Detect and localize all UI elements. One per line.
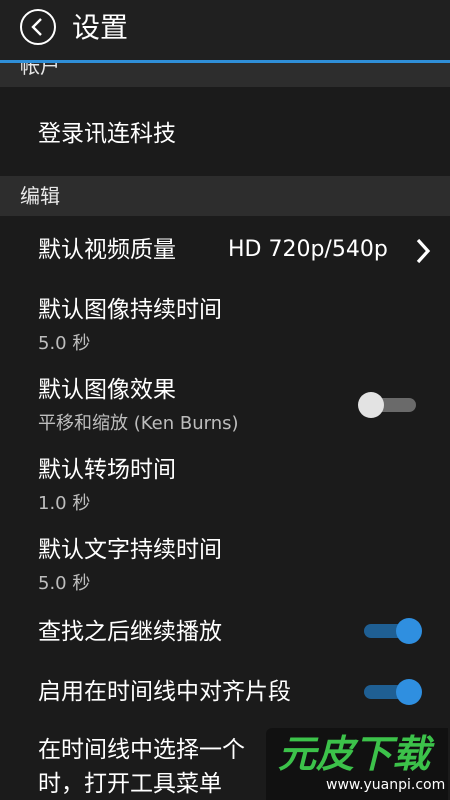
section-header-label: 帐户 xyxy=(20,63,60,78)
continue-after-seek-item[interactable]: 查找之后继续播放 xyxy=(0,608,450,656)
open-toolbar-label-line1: 在时间线中选择一个 xyxy=(38,737,245,763)
section-header-edit: 编辑 xyxy=(0,176,450,216)
snap-timeline-toggle[interactable] xyxy=(358,678,422,706)
image-duration-value: 5.0 秒 xyxy=(38,333,91,354)
section-header-label: 编辑 xyxy=(20,184,60,208)
transition-duration-item[interactable]: 默认转场时间 1.0 秒 xyxy=(0,450,450,520)
page-title: 设置 xyxy=(72,11,129,44)
video-quality-item[interactable]: 默认视频质量 HD 720p/540p xyxy=(0,226,450,276)
continue-after-seek-label: 查找之后继续播放 xyxy=(38,619,222,645)
toggle-knob xyxy=(396,618,422,644)
image-duration-label: 默认图像持续时间 xyxy=(38,297,222,323)
image-effect-label: 默认图像效果 xyxy=(38,377,176,403)
toggle-knob xyxy=(396,679,422,705)
continue-after-seek-toggle[interactable] xyxy=(358,617,422,645)
back-button[interactable] xyxy=(20,9,56,45)
video-quality-value: HD 720p/540p xyxy=(228,237,388,262)
text-duration-item[interactable]: 默认文字持续时间 5.0 秒 xyxy=(0,530,450,600)
watermark-brand: 元皮下载 xyxy=(278,732,431,776)
image-effect-item[interactable]: 默认图像效果 平移和缩放 (Ken Burns) xyxy=(0,370,450,440)
text-duration-value: 5.0 秒 xyxy=(38,573,91,594)
login-item[interactable]: 登录讯连科技 xyxy=(0,108,450,160)
image-effect-value: 平移和缩放 (Ken Burns) xyxy=(38,413,239,434)
login-label: 登录讯连科技 xyxy=(38,121,176,147)
transition-duration-label: 默认转场时间 xyxy=(38,457,176,483)
snap-timeline-label: 启用在时间线中对齐片段 xyxy=(38,679,291,705)
image-duration-item[interactable]: 默认图像持续时间 5.0 秒 xyxy=(0,290,450,360)
video-quality-label: 默认视频质量 xyxy=(38,237,176,263)
chevron-right-icon xyxy=(416,238,431,264)
watermark-url: www.yuanpi.com xyxy=(326,777,446,793)
image-effect-toggle[interactable] xyxy=(358,391,422,419)
back-arrow-icon xyxy=(31,18,42,36)
watermark-logo: 元皮下载 www.yuanpi.com xyxy=(266,728,448,800)
open-toolbar-label-line2: 时，打开工具菜单 xyxy=(38,771,222,797)
snap-timeline-item[interactable]: 启用在时间线中对齐片段 xyxy=(0,668,450,716)
top-app-bar: 设置 xyxy=(0,0,450,60)
text-duration-label: 默认文字持续时间 xyxy=(38,537,222,563)
toggle-knob xyxy=(358,392,384,418)
section-header-account: 帐户 xyxy=(0,63,450,87)
transition-duration-value: 1.0 秒 xyxy=(38,493,91,514)
